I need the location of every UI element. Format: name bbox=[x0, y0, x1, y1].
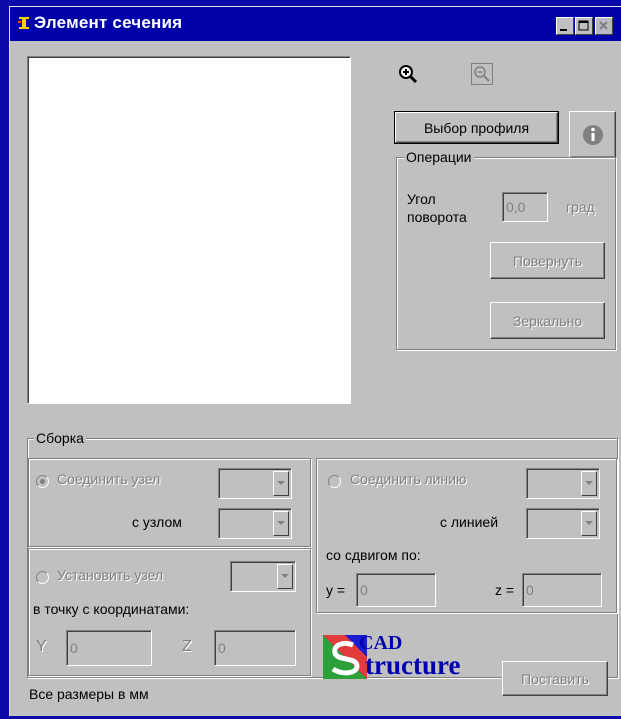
connect-line-select[interactable] bbox=[526, 468, 600, 499]
rotate-button-label: Повернуть bbox=[512, 252, 583, 269]
mirror-button[interactable]: Зеркально bbox=[490, 302, 605, 339]
chevron-down-icon bbox=[585, 521, 593, 525]
assembly-group-label: Сборка bbox=[34, 430, 86, 446]
connect-node-dropdown-arrow[interactable] bbox=[273, 471, 289, 496]
section-preview-canvas[interactable] bbox=[27, 56, 351, 404]
place-button-label: Поставить bbox=[521, 670, 589, 687]
connect-line-label: Соединить линию bbox=[350, 471, 467, 487]
select-profile-button[interactable]: Выбор профиля bbox=[394, 111, 559, 144]
close-icon bbox=[599, 21, 608, 30]
connect-node-label: Соединить узел bbox=[57, 471, 161, 487]
chevron-down-icon bbox=[277, 521, 285, 525]
y-offset-label: y = bbox=[326, 582, 346, 598]
with-line-dropdown-arrow[interactable] bbox=[581, 511, 597, 536]
zoom-out-icon bbox=[471, 63, 493, 85]
y-coord-input[interactable]: 0 bbox=[66, 630, 152, 666]
offset-label: со сдвигом по: bbox=[326, 547, 421, 563]
place-button[interactable]: Поставить bbox=[502, 661, 608, 696]
minimize-icon bbox=[560, 29, 567, 31]
connect-line-dropdown-arrow[interactable] bbox=[581, 471, 597, 496]
z-coord-input[interactable]: 0 bbox=[214, 630, 296, 666]
angle-label-line2: поворота bbox=[407, 209, 467, 225]
y-coord-label: Y bbox=[36, 638, 47, 655]
title-bar[interactable]: Элемент сечения bbox=[10, 7, 621, 41]
info-icon bbox=[582, 124, 603, 145]
angle-unit-label: град bbox=[566, 199, 595, 215]
logo-text-structure: tructure bbox=[365, 650, 461, 680]
with-line-label: с линией bbox=[440, 514, 499, 530]
rotate-button[interactable]: Повернуть bbox=[490, 242, 605, 279]
with-node-select[interactable] bbox=[218, 508, 292, 539]
mirror-button-label: Зеркально bbox=[512, 312, 583, 329]
operations-group-label: Операции bbox=[404, 149, 474, 165]
set-node-label: Установить узел bbox=[57, 567, 164, 583]
chevron-down-icon bbox=[585, 481, 593, 485]
section-element-window: Элемент сечения Выбор профиля Операции У… bbox=[9, 6, 621, 716]
close-button[interactable] bbox=[595, 17, 613, 35]
zoom-out-button[interactable] bbox=[471, 63, 493, 85]
set-node-select[interactable] bbox=[230, 561, 296, 592]
angle-input[interactable]: 0,0 bbox=[502, 192, 548, 222]
z-offset-input[interactable]: 0 bbox=[522, 573, 602, 607]
with-node-label: с узлом bbox=[132, 514, 182, 530]
y-offset-input[interactable]: 0 bbox=[356, 573, 436, 607]
set-node-dropdown-arrow[interactable] bbox=[277, 564, 293, 589]
set-node-radio[interactable] bbox=[36, 571, 49, 584]
select-profile-label: Выбор профиля bbox=[423, 119, 530, 136]
window-title: Элемент сечения bbox=[34, 13, 183, 32]
zoom-in-icon bbox=[399, 65, 418, 84]
zoom-in-button[interactable] bbox=[397, 63, 419, 85]
z-coord-label: Z bbox=[182, 638, 192, 655]
info-button[interactable] bbox=[569, 111, 616, 158]
minimize-button[interactable] bbox=[556, 17, 574, 35]
maximize-button[interactable] bbox=[575, 17, 593, 35]
to-point-label: в точку с координатами: bbox=[33, 601, 190, 617]
app-icon bbox=[18, 17, 29, 29]
units-note: Все размеры в мм bbox=[29, 686, 149, 702]
with-node-dropdown-arrow[interactable] bbox=[273, 511, 289, 536]
chevron-down-icon bbox=[281, 574, 289, 578]
chevron-down-icon bbox=[277, 481, 285, 485]
connect-node-radio[interactable] bbox=[36, 475, 49, 488]
connect-node-select[interactable] bbox=[218, 468, 292, 499]
maximize-icon bbox=[578, 20, 589, 31]
with-line-select[interactable] bbox=[526, 508, 600, 539]
cad-structure-logo: CAD tructure bbox=[323, 632, 493, 684]
z-offset-label: z = bbox=[495, 582, 515, 598]
connect-line-radio[interactable] bbox=[328, 475, 341, 488]
angle-label-line1: Угол bbox=[407, 191, 436, 207]
